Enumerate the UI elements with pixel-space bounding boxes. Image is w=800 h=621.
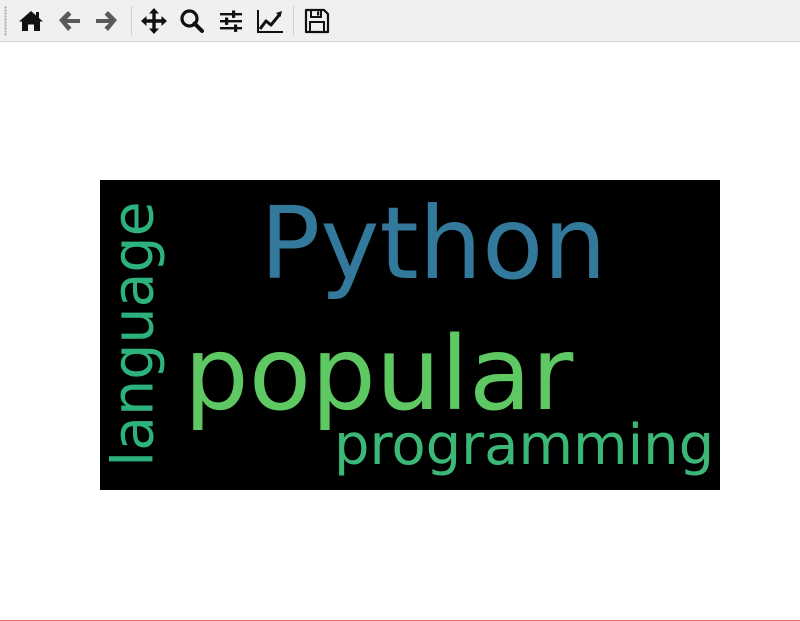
back-arrow-icon [55, 7, 83, 35]
pan-move-icon [140, 7, 168, 35]
forward-arrow-icon [93, 7, 121, 35]
pan-button[interactable] [138, 5, 170, 37]
zoom-button[interactable] [176, 5, 208, 37]
figure-window: Python popular programming language [0, 0, 800, 621]
zoom-magnifier-icon [178, 7, 206, 35]
configure-subplots-button[interactable] [215, 5, 247, 37]
wordcloud-word: programming [334, 413, 715, 478]
wordcloud-image: Python popular programming language [100, 180, 720, 490]
save-floppy-icon [303, 7, 331, 35]
toolbar-separator [131, 6, 132, 36]
toolbar-grip-handle[interactable] [4, 6, 7, 36]
home-icon [17, 7, 45, 35]
navigation-toolbar [0, 0, 800, 42]
forward-button[interactable] [91, 5, 123, 37]
wordcloud-word: Python [260, 185, 607, 302]
save-button[interactable] [301, 5, 333, 37]
customize-axes-button[interactable] [254, 5, 286, 37]
edit-axis-chart-icon [255, 7, 285, 35]
wordcloud-word: language [100, 201, 167, 467]
wordcloud-word: popular [184, 315, 574, 434]
back-button[interactable] [53, 5, 85, 37]
toolbar-separator [293, 6, 294, 36]
configure-subplots-icon [217, 7, 245, 35]
home-button[interactable] [15, 5, 47, 37]
